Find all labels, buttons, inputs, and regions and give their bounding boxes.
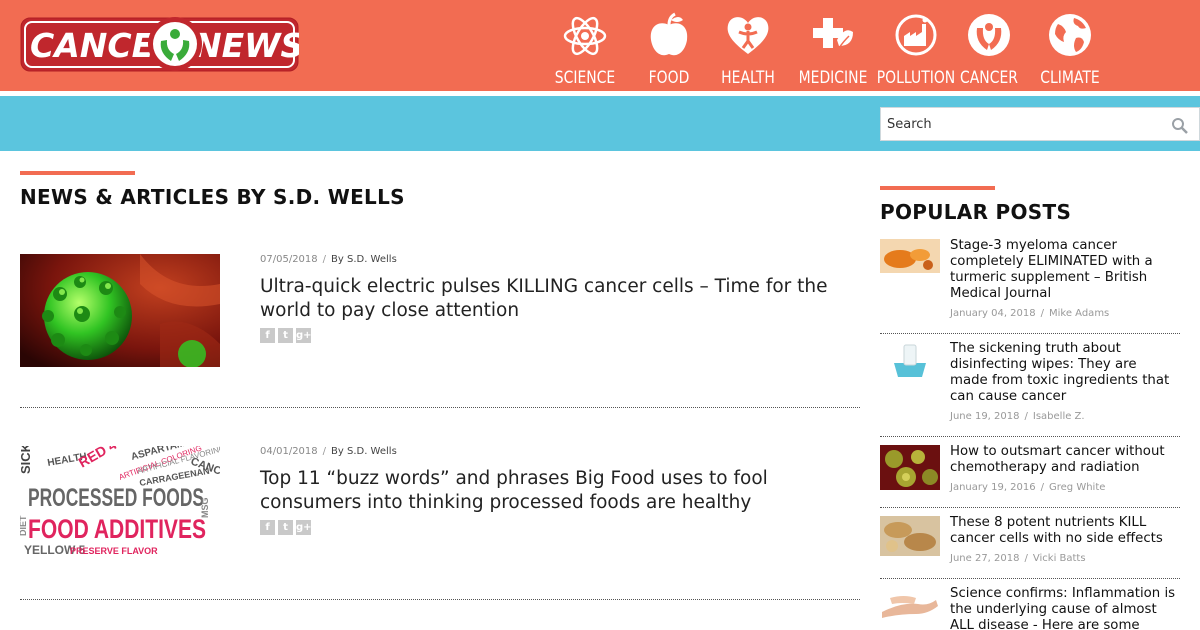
- heading-accent-bar: [20, 171, 135, 175]
- article-date: 04/01/2018: [260, 446, 318, 457]
- nav-label: POLLUTION: [876, 68, 956, 88]
- popular-post-author[interactable]: Greg White: [1049, 482, 1105, 493]
- popular-post-title[interactable]: These 8 potent nutrients KILL cancer cel…: [950, 515, 1178, 547]
- popular-post-divider: [880, 436, 1180, 437]
- popular-post-meta: January 04, 2018/Mike Adams: [950, 308, 1110, 319]
- popular-post-meta: June 27, 2018/Vicki Batts: [950, 553, 1086, 564]
- top-header-bar: CANCER NEWS SCIENCE FOOD HEALTH MEDICINE…: [0, 0, 1200, 91]
- facebook-icon[interactable]: f: [260, 520, 275, 535]
- ginger-image: [880, 516, 940, 556]
- article-title[interactable]: Ultra-quick electric pulses KILLING canc…: [260, 275, 860, 323]
- popular-post-divider: [880, 578, 1180, 579]
- site-logo[interactable]: CANCER NEWS: [20, 15, 299, 74]
- green-cancer-cell-image: [20, 254, 220, 367]
- popular-post-author[interactable]: Isabelle Z.: [1033, 411, 1085, 422]
- article-thumbnail[interactable]: [20, 254, 220, 367]
- page-title: NEWS & ARTICLES BY S.D. WELLS: [20, 185, 405, 209]
- nav-label: HEALTH: [721, 68, 775, 88]
- nav-health[interactable]: HEALTH: [721, 0, 775, 91]
- nav-climate[interactable]: CLIMATE: [1040, 0, 1100, 91]
- popular-post-item: The sickening truth about disinfecting w…: [880, 341, 1180, 431]
- nav-cancer[interactable]: CANCER: [960, 0, 1018, 91]
- article-thumbnail[interactable]: SICK HEALTH RED 40 ASPARTAME CANCER ARTI…: [20, 446, 220, 559]
- popular-post-thumbnail[interactable]: [880, 586, 940, 626]
- twitter-icon[interactable]: t: [278, 520, 293, 535]
- google-plus-icon[interactable]: g+: [296, 328, 312, 343]
- google-plus-icon[interactable]: g+: [296, 520, 312, 535]
- nav-label: CANCER: [960, 68, 1018, 88]
- popular-post-item: Stage-3 myeloma cancer completely ELIMIN…: [880, 238, 1180, 328]
- article-item: 07/05/2018/By S.D. Wells Ultra-quick ele…: [20, 254, 860, 374]
- svg-text:SICK: SICK: [20, 446, 33, 474]
- medical-cross-icon: [813, 18, 853, 49]
- popular-post-divider: [880, 507, 1180, 508]
- article-meta: 04/01/2018/By S.D. Wells: [260, 446, 397, 457]
- svg-text:DIET: DIET: [20, 515, 28, 536]
- article-divider: [20, 407, 860, 408]
- article-title[interactable]: Top 11 “buzz words” and phrases Big Food…: [260, 467, 860, 515]
- popular-post-date: January 04, 2018: [950, 308, 1036, 319]
- sidebar-accent-bar: [880, 186, 995, 190]
- nav-food[interactable]: FOOD: [646, 0, 692, 91]
- popular-post-thumbnail[interactable]: [880, 516, 940, 556]
- popular-post-author[interactable]: Mike Adams: [1049, 308, 1109, 319]
- popular-post-item: These 8 potent nutrients KILL cancer cel…: [880, 515, 1180, 575]
- popular-post-date: June 27, 2018: [950, 553, 1020, 564]
- processed-foods-word-cloud-image: SICK HEALTH RED 40 ASPARTAME CANCER ARTI…: [20, 446, 220, 559]
- popular-post-meta: January 19, 2016/Greg White: [950, 482, 1106, 493]
- article-divider: [20, 599, 860, 600]
- svg-text:PROCESSED FOODS: PROCESSED FOODS: [28, 484, 204, 512]
- nav-label: SCIENCE: [554, 68, 616, 88]
- globe-icon: [1049, 14, 1091, 56]
- article-item: SICK HEALTH RED 40 ASPARTAME CANCER ARTI…: [20, 446, 860, 566]
- article-author[interactable]: By S.D. Wells: [331, 254, 397, 265]
- popular-post-thumbnail[interactable]: [880, 341, 940, 386]
- search-input[interactable]: [881, 108, 1161, 140]
- popular-post-divider: [880, 333, 1180, 334]
- nav-label: CLIMATE: [1040, 68, 1100, 88]
- svg-text:FOOD ADDITIVES: FOOD ADDITIVES: [28, 514, 206, 544]
- popular-post-meta: June 19, 2018/Isabelle Z.: [950, 411, 1085, 422]
- article-date: 07/05/2018: [260, 254, 318, 265]
- hands-icon: [968, 14, 1010, 56]
- popular-post-title[interactable]: The sickening truth about disinfecting w…: [950, 341, 1178, 405]
- nav-label: MEDICINE: [798, 68, 868, 88]
- facebook-icon[interactable]: f: [260, 328, 275, 343]
- wipes-image: [880, 341, 940, 386]
- nav-label: FOOD: [648, 68, 690, 88]
- svg-text:MSG: MSG: [200, 497, 210, 518]
- nav-science[interactable]: SCIENCE: [555, 0, 615, 91]
- factory-icon: [895, 14, 937, 56]
- apple-icon: [650, 12, 688, 56]
- logo-text-right: NEWS: [194, 26, 299, 65]
- hands-pain-image: [880, 586, 940, 626]
- cancer-cells-image: [880, 445, 940, 490]
- article-meta: 07/05/2018/By S.D. Wells: [260, 254, 397, 265]
- popular-post-author[interactable]: Vicki Batts: [1033, 553, 1086, 564]
- article-author[interactable]: By S.D. Wells: [331, 446, 397, 457]
- turmeric-image: [880, 239, 940, 273]
- atom-icon: [563, 16, 607, 56]
- popular-post-date: June 19, 2018: [950, 411, 1020, 422]
- sidebar-title: POPULAR POSTS: [880, 200, 1072, 224]
- twitter-icon[interactable]: t: [278, 328, 293, 343]
- search-box: [880, 107, 1200, 141]
- popular-post-title[interactable]: How to outsmart cancer without chemother…: [950, 444, 1178, 476]
- svg-text:PRESERVE FLAVOR: PRESERVE FLAVOR: [70, 546, 158, 556]
- popular-post-item: How to outsmart cancer without chemother…: [880, 444, 1180, 504]
- popular-post-title[interactable]: Science confirms: Inflammation is the un…: [950, 586, 1178, 630]
- search-icon[interactable]: [1171, 117, 1189, 135]
- nav-medicine[interactable]: MEDICINE: [799, 0, 867, 91]
- popular-post-date: January 19, 2016: [950, 482, 1036, 493]
- nav-pollution[interactable]: POLLUTION: [877, 0, 955, 91]
- heart-icon: [727, 17, 769, 54]
- popular-post-thumbnail[interactable]: [880, 445, 940, 490]
- popular-post-thumbnail[interactable]: [880, 239, 940, 273]
- popular-post-item: Science confirms: Inflammation is the un…: [880, 586, 1180, 630]
- popular-post-title[interactable]: Stage-3 myeloma cancer completely ELIMIN…: [950, 238, 1178, 302]
